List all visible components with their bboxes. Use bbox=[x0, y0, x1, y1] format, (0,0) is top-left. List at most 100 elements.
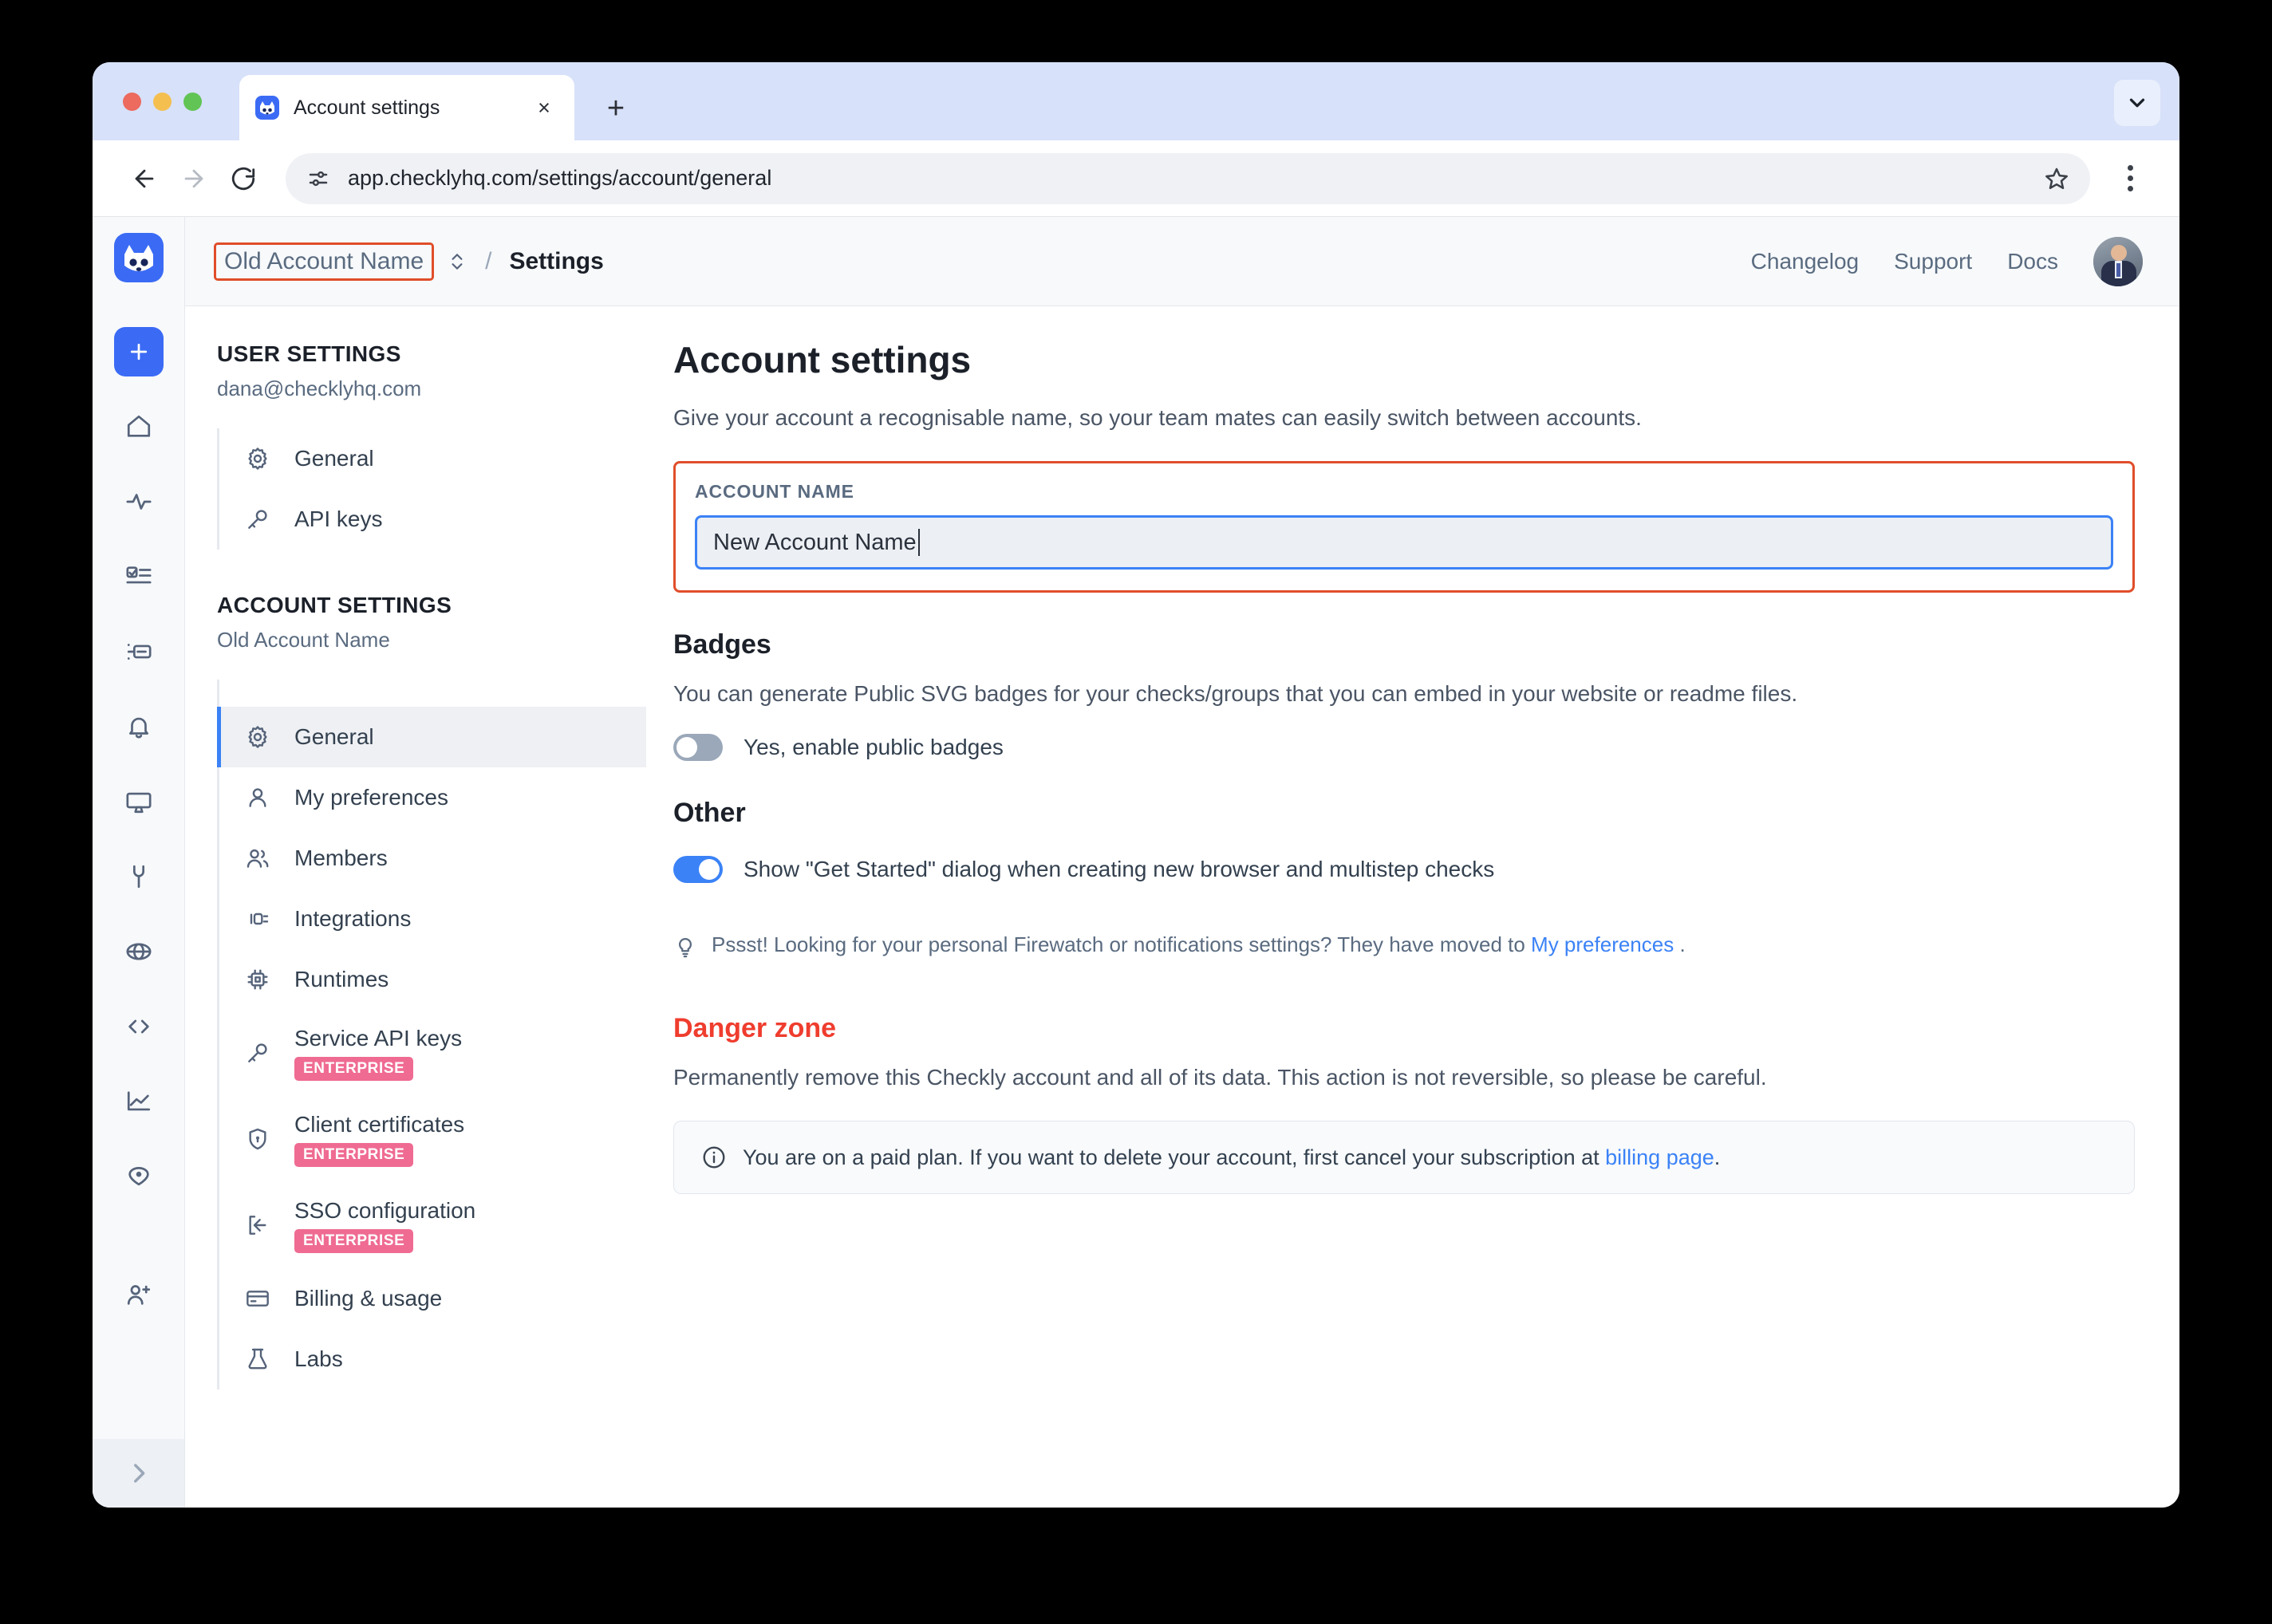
star-icon[interactable] bbox=[2044, 166, 2069, 191]
header-links: Changelog Support Docs bbox=[1751, 236, 2143, 286]
breadcrumb-separator: / bbox=[485, 247, 492, 274]
support-link[interactable]: Support bbox=[1894, 249, 1972, 274]
icon-rail bbox=[93, 217, 185, 1508]
browser-tabstrip: Account settings × + bbox=[93, 62, 2179, 140]
pin-icon[interactable] bbox=[114, 1152, 164, 1201]
status-page-icon[interactable] bbox=[114, 627, 164, 676]
account-settings-group: General My preferences Members Integrati… bbox=[185, 680, 646, 1389]
close-window-button[interactable] bbox=[123, 93, 141, 111]
code-icon[interactable] bbox=[114, 1002, 164, 1051]
changelog-link[interactable]: Changelog bbox=[1751, 249, 1859, 274]
globe-icon[interactable] bbox=[114, 927, 164, 976]
sidebar-item-label: General bbox=[294, 724, 374, 749]
sidebar-item-label: Client certificates bbox=[294, 1111, 465, 1137]
lightbulb-icon bbox=[673, 934, 697, 962]
sidebar-item-my-preferences[interactable]: My preferences bbox=[219, 767, 646, 828]
account-settings-account-name: Old Account Name bbox=[217, 628, 390, 652]
other-toggle-row: Show "Get Started" dialog when creating … bbox=[673, 856, 2135, 883]
sidebar-item-label: Members bbox=[294, 846, 388, 870]
sidebar-item-general[interactable]: General bbox=[217, 707, 646, 767]
wrench-icon[interactable] bbox=[114, 852, 164, 901]
expand-sidebar-button[interactable] bbox=[93, 1439, 184, 1508]
show-get-started-toggle[interactable] bbox=[673, 856, 723, 883]
chart-icon[interactable] bbox=[114, 1077, 164, 1126]
account-settings-heading: ACCOUNT SETTINGS bbox=[217, 593, 452, 617]
sidebar-item-label: Labs bbox=[294, 1346, 343, 1371]
sidebar-item-sso-configuration[interactable]: SSO configuration ENTERPRISE bbox=[219, 1182, 646, 1268]
sidebar-item-service-api-keys[interactable]: Service API keys ENTERPRISE bbox=[219, 1010, 646, 1096]
flask-icon bbox=[245, 1346, 282, 1372]
sidebar-item-members[interactable]: Members bbox=[219, 828, 646, 889]
reload-button[interactable] bbox=[219, 154, 268, 203]
kebab-menu-icon[interactable] bbox=[2108, 154, 2152, 203]
checklist-icon[interactable] bbox=[114, 552, 164, 601]
user-icon bbox=[245, 785, 282, 810]
invite-user-icon[interactable] bbox=[114, 1270, 164, 1319]
site-settings-icon[interactable] bbox=[306, 167, 330, 191]
billing-page-link[interactable]: billing page bbox=[1605, 1145, 1714, 1169]
close-tab-button[interactable]: × bbox=[530, 93, 558, 122]
checkly-logo-icon[interactable] bbox=[113, 233, 164, 282]
sidebar-item-billing-usage[interactable]: Billing & usage bbox=[219, 1268, 646, 1329]
other-title: Other bbox=[673, 798, 746, 828]
sidebar-item-user-api-keys[interactable]: API keys bbox=[219, 489, 646, 550]
notice-text-after: . bbox=[1714, 1145, 1721, 1169]
settings-sidebar: USER SETTINGS dana@checklyhq.com General bbox=[185, 306, 646, 1508]
main-description: Give your account a recognisable name, s… bbox=[673, 405, 1642, 430]
sidebar-item-label: API keys bbox=[294, 507, 383, 531]
checkly-logo-icon bbox=[255, 96, 279, 120]
user-settings-group: General API keys bbox=[185, 428, 646, 550]
sidebar-item-label: Integrations bbox=[294, 906, 412, 931]
badges-title: Badges bbox=[673, 629, 771, 660]
breadcrumb-account-name[interactable]: Old Account Name bbox=[224, 248, 424, 274]
maximize-window-button[interactable] bbox=[183, 93, 202, 111]
forward-button[interactable] bbox=[169, 154, 219, 203]
home-icon[interactable] bbox=[114, 402, 164, 451]
gear-icon bbox=[245, 724, 282, 750]
status-badge: ENTERPRISE bbox=[294, 1228, 414, 1253]
preferences-hint: Pssst! Looking for your personal Firewat… bbox=[673, 932, 2135, 962]
sidebar-item-runtimes[interactable]: Runtimes bbox=[219, 949, 646, 1010]
plug-icon bbox=[245, 906, 282, 932]
address-bar[interactable]: app.checklyhq.com/settings/account/gener… bbox=[286, 152, 2090, 204]
browser-tab[interactable]: Account settings × bbox=[239, 75, 574, 140]
sidebar-item-client-certificates[interactable]: Client certificates ENTERPRISE bbox=[219, 1096, 646, 1182]
key-icon bbox=[245, 507, 282, 532]
enable-public-badges-toggle[interactable] bbox=[673, 734, 723, 761]
create-new-button[interactable] bbox=[113, 327, 164, 376]
shield-lock-icon bbox=[245, 1126, 282, 1152]
hint-text: Pssst! Looking for your personal Firewat… bbox=[712, 932, 1686, 957]
badges-toggle-row: Yes, enable public badges bbox=[673, 734, 2135, 761]
show-get-started-label: Show "Get Started" dialog when creating … bbox=[744, 857, 1495, 881]
chevron-down-icon[interactable] bbox=[2114, 80, 2160, 126]
enable-public-badges-label: Yes, enable public badges bbox=[744, 735, 1004, 759]
minimize-window-button[interactable] bbox=[153, 93, 172, 111]
account-name-input[interactable]: New Account Name bbox=[695, 515, 2113, 570]
sidebar-item-label: SSO configuration bbox=[294, 1197, 476, 1223]
sidebar-item-label: My preferences bbox=[294, 785, 448, 810]
account-name-label: ACCOUNT NAME bbox=[695, 481, 854, 502]
users-icon bbox=[245, 846, 282, 871]
main-panel: Account settings Give your account a rec… bbox=[646, 306, 2179, 1508]
settings-layout: USER SETTINGS dana@checklyhq.com General bbox=[185, 306, 2179, 1508]
sidebar-item-integrations[interactable]: Integrations bbox=[219, 889, 646, 949]
my-preferences-link[interactable]: My preferences bbox=[1531, 932, 1674, 956]
sidebar-item-user-general[interactable]: General bbox=[219, 428, 646, 489]
sidebar-item-label: Billing & usage bbox=[294, 1286, 443, 1311]
avatar[interactable] bbox=[2093, 236, 2143, 286]
status-badge: ENTERPRISE bbox=[294, 1056, 414, 1081]
key-icon bbox=[245, 1040, 282, 1066]
docs-link[interactable]: Docs bbox=[2007, 249, 2058, 274]
sidebar-item-labs[interactable]: Labs bbox=[219, 1329, 646, 1389]
new-tab-button[interactable]: + bbox=[600, 92, 632, 125]
monitor-icon[interactable] bbox=[114, 777, 164, 826]
bell-icon[interactable] bbox=[114, 702, 164, 751]
back-button[interactable] bbox=[120, 154, 169, 203]
danger-zone-description: Permanently remove this Checkly account … bbox=[673, 1065, 1767, 1090]
chevron-up-down-icon[interactable] bbox=[447, 250, 467, 274]
notice-text: You are on a paid plan. If you want to d… bbox=[743, 1145, 1720, 1170]
danger-zone-title: Danger zone bbox=[673, 1013, 837, 1043]
sidebar-item-label: Service API keys bbox=[294, 1025, 463, 1050]
login-icon bbox=[245, 1212, 282, 1238]
activity-icon[interactable] bbox=[114, 477, 164, 526]
